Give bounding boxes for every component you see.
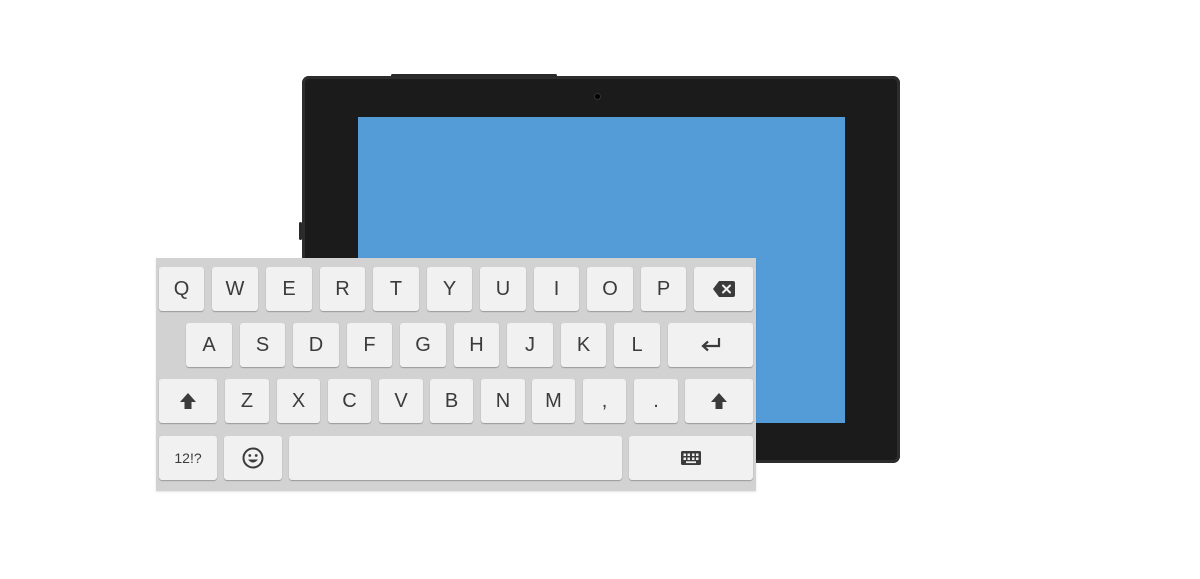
keyboard-hide-icon bbox=[681, 451, 701, 465]
enter-key[interactable] bbox=[668, 323, 753, 367]
key-k[interactable]: K bbox=[561, 323, 606, 367]
key-f[interactable]: F bbox=[347, 323, 392, 367]
key-n[interactable]: N bbox=[481, 379, 525, 423]
backspace-icon bbox=[712, 281, 735, 297]
shift-key-right[interactable] bbox=[685, 379, 753, 423]
key-c[interactable]: C bbox=[328, 379, 371, 423]
symbols-key[interactable]: 12!? bbox=[159, 436, 217, 480]
key-q[interactable]: Q bbox=[159, 267, 204, 311]
key-i[interactable]: I bbox=[534, 267, 579, 311]
key-d[interactable]: D bbox=[293, 323, 339, 367]
tablet-power-button bbox=[391, 74, 557, 77]
key-m[interactable]: M bbox=[532, 379, 575, 423]
backspace-key[interactable] bbox=[694, 267, 753, 311]
shift-icon bbox=[711, 393, 727, 409]
key-t[interactable]: T bbox=[373, 267, 419, 311]
front-camera bbox=[595, 94, 600, 99]
key-x[interactable]: X bbox=[277, 379, 320, 423]
emoji-icon bbox=[242, 447, 264, 469]
space-bar[interactable] bbox=[289, 436, 622, 480]
hide-keyboard-key[interactable] bbox=[629, 436, 753, 480]
key-u[interactable]: U bbox=[480, 267, 526, 311]
key-a[interactable]: A bbox=[186, 323, 232, 367]
tablet-side-button bbox=[299, 222, 302, 240]
key-y[interactable]: Y bbox=[427, 267, 472, 311]
stage: Q W E R T Y U I O P A S D F G H J K L Z … bbox=[0, 0, 1200, 579]
key-b[interactable]: B bbox=[430, 379, 473, 423]
shift-key-left[interactable] bbox=[159, 379, 217, 423]
key-g[interactable]: G bbox=[400, 323, 446, 367]
key-j[interactable]: J bbox=[507, 323, 553, 367]
key-p[interactable]: P bbox=[641, 267, 686, 311]
enter-icon bbox=[700, 338, 720, 352]
key-w[interactable]: W bbox=[212, 267, 258, 311]
key-e[interactable]: E bbox=[266, 267, 312, 311]
key-o[interactable]: O bbox=[587, 267, 633, 311]
key-comma[interactable]: , bbox=[583, 379, 626, 423]
on-screen-keyboard: Q W E R T Y U I O P A S D F G H J K L Z … bbox=[156, 258, 756, 491]
key-l[interactable]: L bbox=[614, 323, 660, 367]
key-v[interactable]: V bbox=[379, 379, 423, 423]
key-z[interactable]: Z bbox=[225, 379, 269, 423]
key-r[interactable]: R bbox=[320, 267, 365, 311]
key-period[interactable]: . bbox=[634, 379, 678, 423]
key-s[interactable]: S bbox=[240, 323, 285, 367]
key-h[interactable]: H bbox=[454, 323, 499, 367]
shift-icon bbox=[180, 393, 196, 409]
emoji-key[interactable] bbox=[224, 436, 282, 480]
